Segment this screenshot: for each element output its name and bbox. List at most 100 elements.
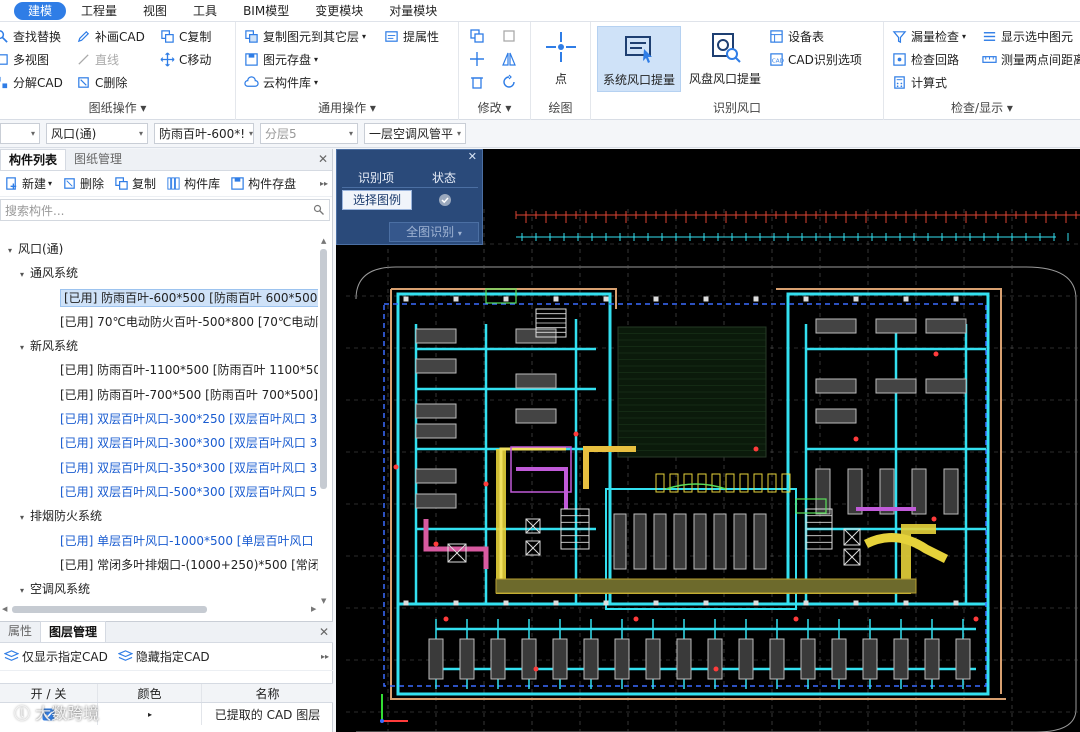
menu-view[interactable]: 视图 (132, 2, 178, 20)
show-only-cad-button[interactable]: 仅显示指定CAD (4, 648, 108, 665)
component-save-button[interactable]: 构件存盘 (230, 175, 296, 192)
multi-view-button[interactable]: 多视图 (0, 49, 49, 69)
element-save-button[interactable]: 图元存盘 ▾ (244, 49, 318, 69)
close-icon[interactable]: ✕ (468, 150, 477, 163)
red-marker (533, 666, 539, 672)
expand-toggle-icon[interactable]: ▾ (20, 579, 30, 601)
expand-toggle-icon[interactable]: ▾ (8, 239, 18, 261)
show-selected-button[interactable]: 显示选中图元 (982, 26, 1073, 46)
hide-cad-button[interactable]: 隐藏指定CAD (117, 648, 210, 665)
close-icon[interactable]: ✕ (319, 625, 329, 639)
tree-group[interactable]: ▾ 新风系统 (0, 334, 318, 358)
red-marker (633, 616, 639, 622)
tree-item[interactable]: [已用] 防雨百叶-600*500 [防雨百叶 600*500] (0, 286, 318, 310)
drawing-select[interactable]: 一层空调风管平 ▾ (364, 123, 466, 144)
component-tree: ▾ 风口(通) ▾ 通风系统 [已用] 防雨百叶-600*500 [防雨百叶 600*5… (0, 237, 318, 609)
tab-properties[interactable]: 属性 (0, 621, 40, 642)
delete-button[interactable]: 删除 (62, 175, 104, 192)
cad-recognize-options-button[interactable]: CAD CAD识别选项 (769, 49, 862, 69)
component-type-select[interactable]: 风口(通) ▾ (46, 123, 148, 144)
ribbon: 查找替换 补画CAD C复制 多视图 直线 C移动 分解CAD C删除 图纸操作… (0, 22, 1080, 120)
expand-toggle-icon[interactable]: ▾ (20, 263, 30, 285)
explode-cad-button[interactable]: 分解CAD (0, 72, 63, 92)
menu-tools[interactable]: 工具 (182, 2, 228, 20)
red-marker (443, 616, 449, 622)
scroll-up-icon[interactable]: ▲ (321, 237, 326, 245)
air-unit (415, 493, 457, 509)
check-loop-button[interactable]: 检查回路 (892, 49, 959, 69)
tree-item[interactable]: [已用] 双层百叶风口-350*300 [双层百叶风口 3 (0, 456, 318, 480)
c-delete-button[interactable]: C删除 (76, 72, 127, 92)
column (453, 600, 459, 606)
tree-item[interactable]: [已用] 防雨百叶-1100*500 [防雨百叶 1100*500 (0, 358, 318, 382)
rotate-icon[interactable] (501, 74, 517, 90)
expand-icon[interactable]: ▸ (98, 703, 202, 725)
tree-item[interactable]: [已用] 单层百叶风口-1000*500 [单层百叶风口 (0, 529, 318, 553)
air-unit (925, 378, 967, 394)
tree-item[interactable]: [已用] 双层百叶风口-300*300 [双层百叶风口 3 (0, 431, 318, 455)
menu-change-module[interactable]: 变更模块 (304, 2, 374, 20)
tree-item[interactable]: [已用] 常闭多叶排烟口-(1000+250)*500 [常闭 (0, 553, 318, 577)
tree-item[interactable]: [已用] 双层百叶风口-500*300 [双层百叶风口 5 (0, 480, 318, 504)
tree-group[interactable]: ▾ 通风系统 (0, 261, 318, 285)
group-title-drawing-ops: 图纸操作 ▾ (88, 101, 147, 115)
scroll-right-icon[interactable]: ▶ (311, 605, 316, 613)
c-copy-button[interactable]: C复制 (160, 26, 211, 46)
menu-bim-model[interactable]: BIM模型 (232, 2, 300, 20)
select-legend-button[interactable]: 选择图例 (342, 190, 412, 210)
scroll-left-icon[interactable]: ◀ (2, 605, 7, 613)
horizontal-scrollbar[interactable] (12, 606, 207, 613)
component-name-select[interactable]: 防雨百叶-600*! ▾ (154, 123, 254, 144)
menu-modeling[interactable]: 建模 (14, 1, 67, 20)
c-move-button[interactable]: C移动 (160, 49, 211, 69)
mirror-icon[interactable] (501, 51, 517, 67)
component-search-input[interactable]: 搜索构件... (0, 199, 330, 221)
new-button[interactable]: 新建 ▾ (4, 175, 52, 192)
group-title-modify: 修改 ▾ (477, 101, 512, 115)
cloud-library-button[interactable]: 云构件库 ▾ (244, 72, 318, 92)
menu-quantity[interactable]: 工程量 (70, 2, 128, 20)
column (903, 600, 909, 606)
offset-icon[interactable] (501, 28, 517, 44)
expand-toggle-icon[interactable]: ▾ (20, 336, 30, 358)
system-vent-button[interactable]: 系统风口提量 (597, 26, 681, 92)
copy-icon[interactable] (469, 28, 485, 44)
menu-compare-module[interactable]: 对量模块 (378, 2, 448, 20)
formula-button[interactable]: 计算式 (892, 72, 947, 92)
close-icon[interactable]: ✕ (318, 152, 328, 166)
air-unit (415, 468, 457, 484)
copy-to-other-layer-button[interactable]: 复制图元到其它层 ▾ (244, 26, 366, 46)
layer-select[interactable]: 分层5 ▾ (260, 123, 358, 144)
expand-toggle-icon[interactable]: ▾ (20, 506, 30, 528)
device-table-button[interactable]: 设备表 (769, 26, 824, 46)
measure-distance-button[interactable]: 测量两点间距离 (982, 49, 1080, 69)
full-recognize-button[interactable]: 全图识别 ▾ (389, 222, 479, 242)
toolbar-more-icon[interactable]: ▸▸ (320, 179, 328, 188)
search-icon[interactable] (313, 204, 325, 216)
draw-cad-button[interactable]: 补画CAD (76, 26, 145, 46)
copy-button[interactable]: 复制 (114, 175, 156, 192)
scroll-down-icon[interactable]: ▼ (321, 597, 326, 605)
point-button[interactable]: 点 (539, 26, 583, 92)
tree-group[interactable]: ▾ 空调风系统 (0, 577, 318, 601)
tab-drawing-manage[interactable]: 图纸管理 (66, 149, 130, 170)
tree-item[interactable]: [已用] 70℃电动防火百叶-500*800 [70℃电动防 (0, 310, 318, 334)
missing-check-button[interactable]: 漏量检查 ▾ (892, 26, 966, 46)
vertical-scrollbar[interactable] (320, 249, 327, 489)
tree-item[interactable]: [已用] 双层百叶风口-300*250 [双层百叶风口 3 (0, 407, 318, 431)
trash-icon[interactable] (469, 74, 485, 90)
tree-group[interactable]: ▾ 排烟防火系统 (0, 504, 318, 528)
toolbar-more-icon[interactable]: ▸▸ (321, 652, 329, 661)
tree-group[interactable]: ▾ 风口(通) (0, 237, 318, 261)
move-icon[interactable] (469, 51, 485, 67)
tab-layer-manage[interactable]: 图层管理 (40, 621, 107, 642)
component-library-button[interactable]: 构件库 (166, 175, 220, 192)
tree-item[interactable]: [已用] 防雨百叶-700*500 [防雨百叶 700*500] (0, 383, 318, 407)
extract-attr-button[interactable]: 提属性 (384, 26, 439, 46)
line-button[interactable]: 直线 (76, 49, 119, 69)
find-replace-button[interactable]: 查找替换 (0, 26, 61, 46)
floor-select[interactable]: ▾ (0, 123, 40, 144)
air-unit (925, 318, 967, 334)
fan-coil-vent-button[interactable]: 风盘风口提量 (685, 26, 765, 92)
tab-component-list[interactable]: 构件列表 (0, 149, 67, 170)
